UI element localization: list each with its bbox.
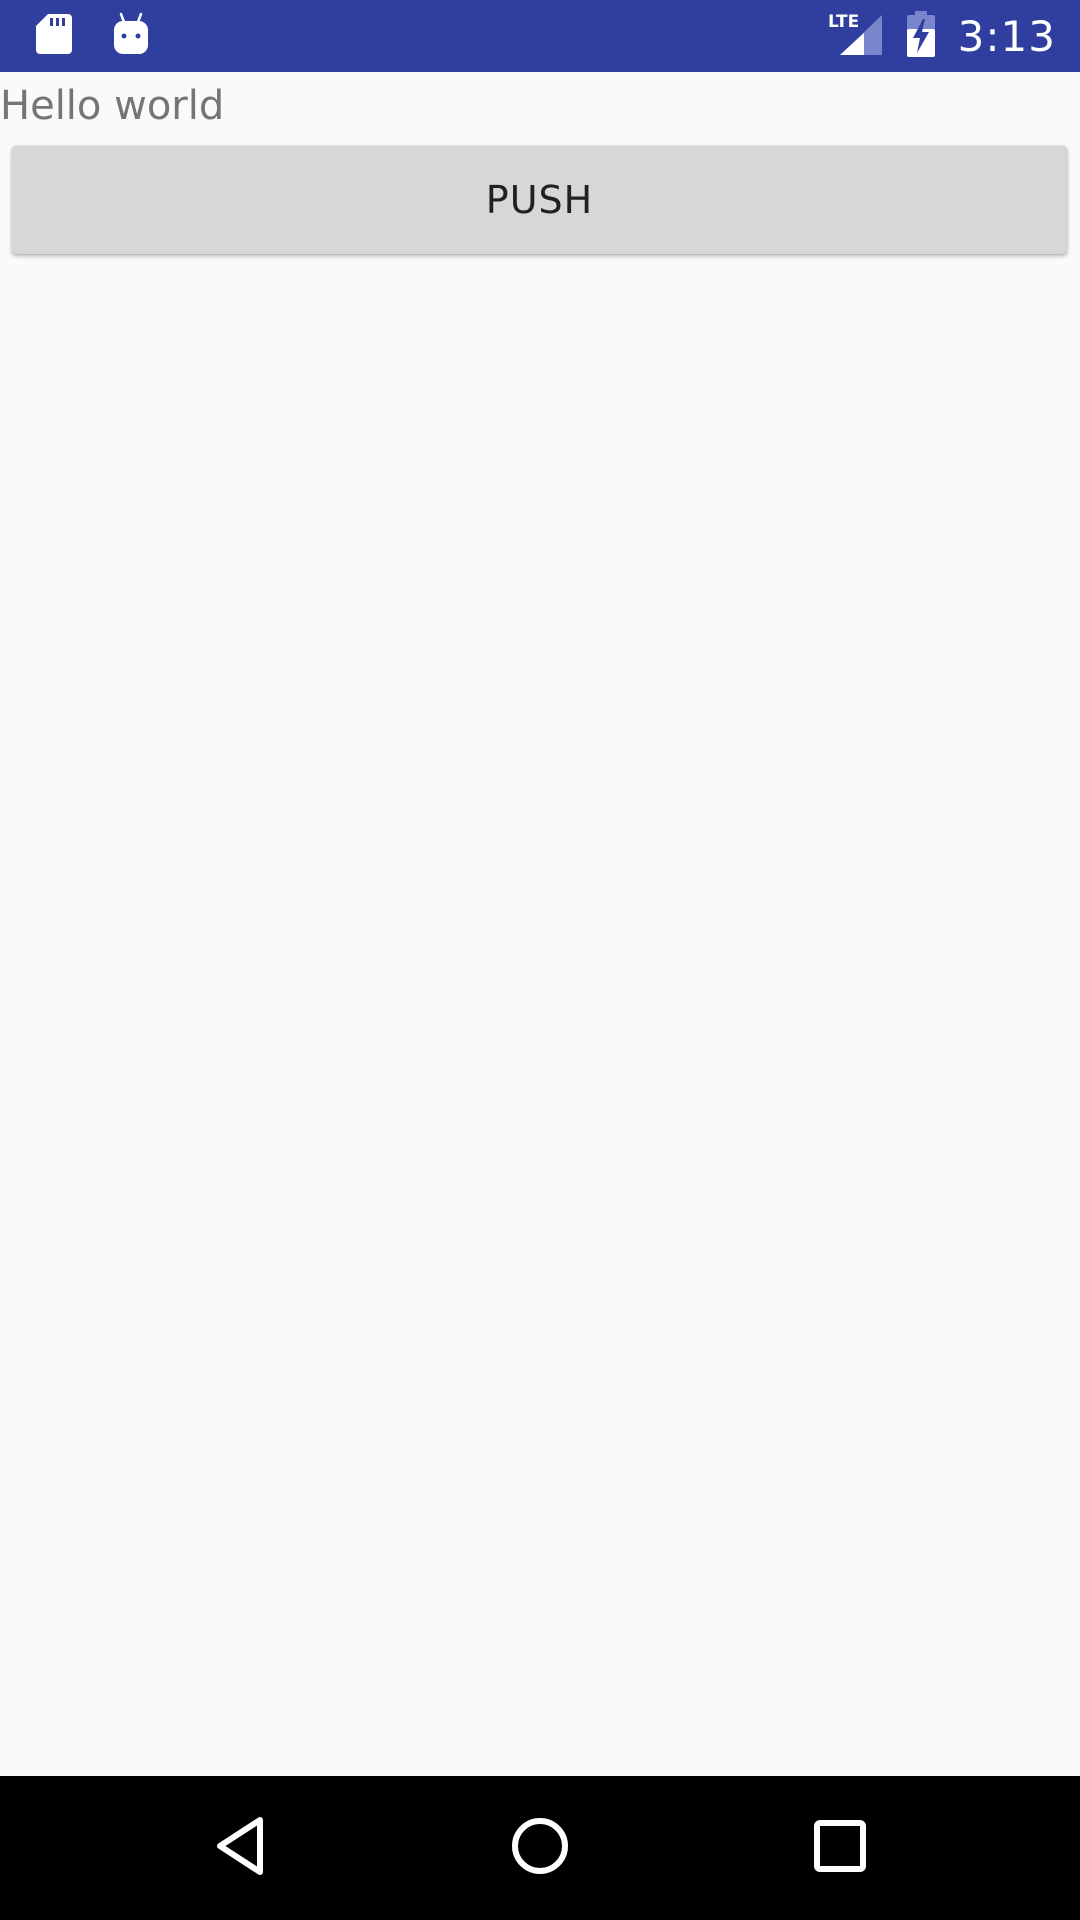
battery-charging-icon: [906, 11, 936, 61]
push-button[interactable]: PUSH: [12, 146, 1067, 254]
hello-text: Hello world: [0, 83, 225, 129]
lte-signal-icon: LTE: [828, 11, 884, 61]
system-status-icons: LTE 3:13: [828, 0, 1056, 72]
home-button[interactable]: [490, 1798, 590, 1898]
recents-icon: [812, 1818, 868, 1878]
status-clock: 3:13: [957, 11, 1056, 61]
back-button[interactable]: [190, 1798, 290, 1898]
app-screen: LTE 3:13 Hello world PUSH: [0, 0, 1080, 1920]
android-robot-icon: [112, 12, 150, 60]
status-bar: LTE 3:13: [0, 0, 1080, 72]
notification-icons: [36, 12, 150, 60]
navigation-bar: [0, 1776, 1080, 1920]
network-type-label: LTE: [828, 12, 859, 32]
main-content: Hello world PUSH: [0, 72, 1080, 1776]
recents-button[interactable]: [790, 1798, 890, 1898]
sd-card-icon: [36, 12, 72, 60]
back-icon: [210, 1814, 270, 1882]
home-icon: [509, 1815, 571, 1881]
